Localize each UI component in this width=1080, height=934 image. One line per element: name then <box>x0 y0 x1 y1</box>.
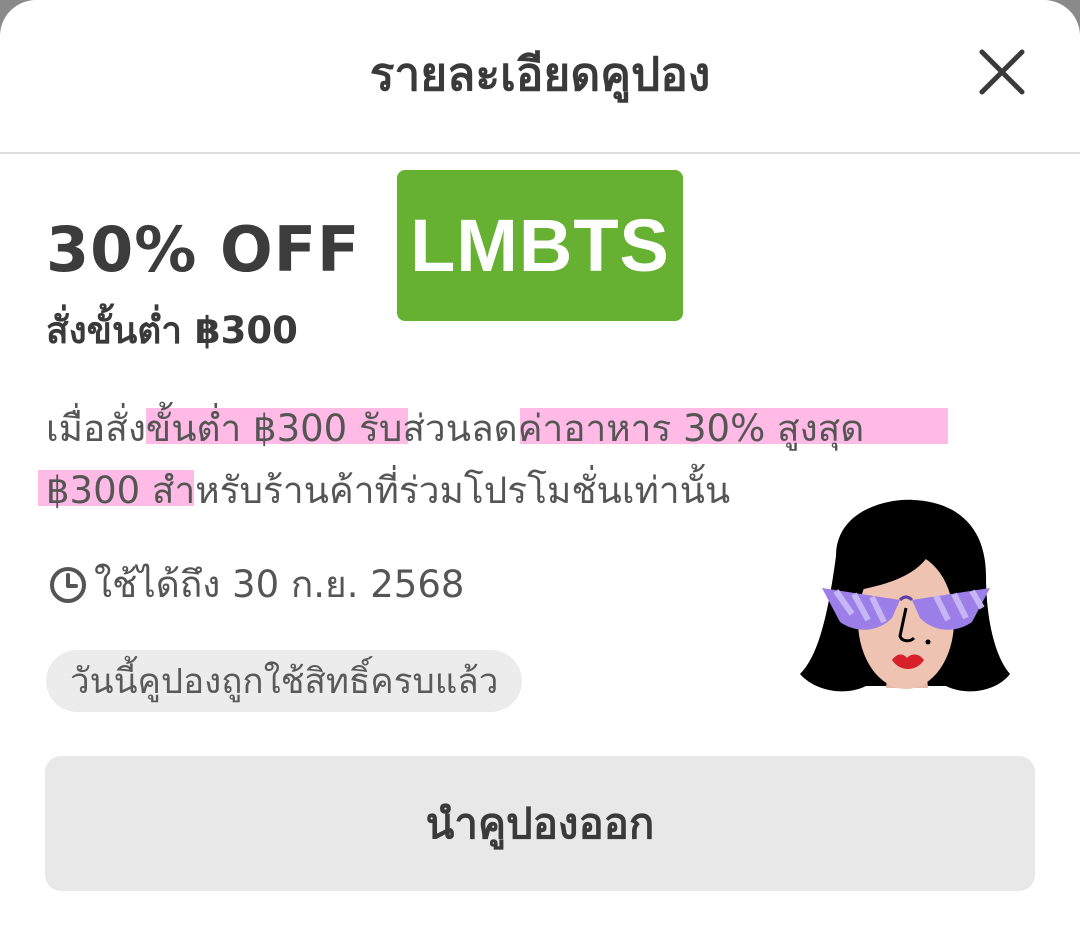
coupon-description-line-2: ฿300 สำหรับร้านค้าที่ร่วมโปรโมชั่นเท่านั… <box>46 469 731 512</box>
clock-icon <box>48 565 88 605</box>
validity-text: ใช้ได้ถึง 30 ก.ย. 2568 <box>94 563 465 606</box>
status-badge: วันนี้คูปองถูกใช้สิทธิ์ครบแล้ว <box>46 650 523 712</box>
coupon-code: LMBTS <box>410 204 670 287</box>
woman-sunglasses-sticker <box>796 496 1014 706</box>
coupon-description-line-1: เมื่อสั่งขั้นต่ำ ฿300 รับส่วนลดค่าอาหาร … <box>46 407 865 450</box>
minimum-order: สั่งขั้นต่ำ ฿300 <box>46 309 298 352</box>
validity-row: ใช้ได้ถึง 30 ก.ย. 2568 <box>48 558 464 612</box>
coupon-detail-sheet: รายละเอียดคูปอง 30% OFF สั่งขั้นต่ำ ฿300… <box>0 0 1080 934</box>
remove-coupon-button[interactable]: นำคูปองออก <box>45 756 1035 891</box>
sheet-header: รายละเอียดคูปอง <box>0 0 1080 152</box>
discount-amount: 30% OFF <box>46 213 361 286</box>
close-icon <box>979 49 1025 95</box>
header-divider <box>0 152 1080 154</box>
close-button[interactable] <box>972 42 1032 102</box>
page-title: รายละเอียดคูปอง <box>369 47 711 101</box>
coupon-code-badge: LMBTS <box>397 170 683 321</box>
